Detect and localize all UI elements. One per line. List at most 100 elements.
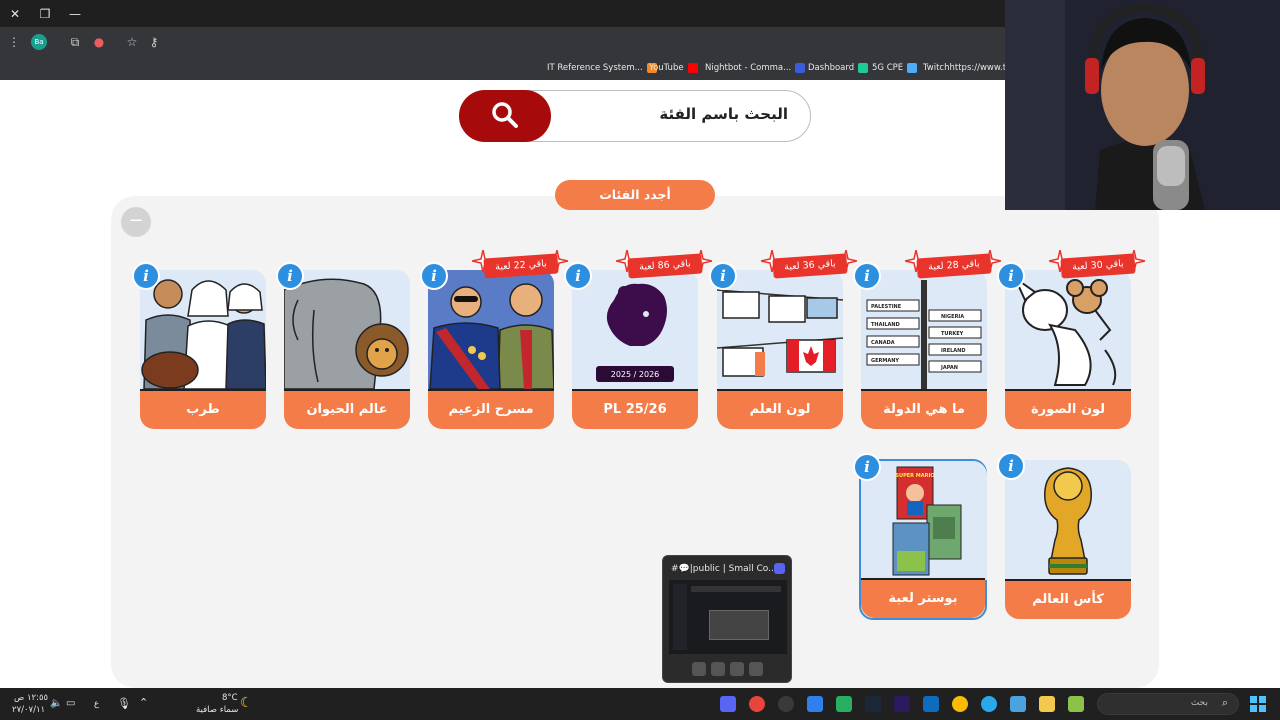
show-hidden-icons-icon[interactable]: ⌃ [139,696,148,709]
info-icon[interactable]: i [276,262,304,290]
network-icon[interactable]: ▭ [66,698,75,709]
windows-taskbar: ١٢:٥٥ ص ٢٧/٠٧/١١ 🔈 ▭ ع 🎙 ⌃ 8°C سماء صافي… [0,688,1280,720]
category-card-flag-color[interactable]: لون العلم i باقي 36 لعبة [709,250,857,429]
category-card-world-cup[interactable]: كأس العالم i [997,452,1131,619]
category-label: كأس العالم [1005,579,1131,619]
password-key-icon[interactable]: ⚷ [146,34,162,50]
search-button[interactable] [459,90,551,142]
flags-icon [717,270,843,389]
bookmark-twitch[interactable]: Twitchhttps://www.t... [923,61,1014,76]
category-card-boss-theater[interactable]: مسرح الزعيم i باقي 22 لعبة [420,250,568,429]
input-language[interactable]: ع [94,699,99,709]
info-icon[interactable]: i [420,262,448,290]
taskbar-search[interactable]: بحث ⌕ [1097,693,1239,715]
info-icon[interactable]: i [997,262,1025,290]
menu-dots-icon[interactable]: ⋮ [6,34,22,50]
router-icon [907,62,918,73]
category-card-image-color[interactable]: لون الصورة i باقي 30 لعبة [997,250,1145,429]
category-search-box[interactable]: البحث باسم الفئة [459,90,811,142]
category-label: لون العلم [717,389,843,429]
chrome-colors-icon[interactable]: ● [91,34,107,50]
outlook-taskbar-icon[interactable] [923,696,939,712]
preview-title: #💬|public | Small Co... [671,564,777,574]
weather-temp[interactable]: 8°C [222,693,238,703]
vscode-taskbar-icon[interactable] [807,696,823,712]
cat-mouse-cartoon-icon [1005,270,1131,389]
category-card-pl-2526[interactable]: 2025 / 2026 PL 25/26 i باقي 86 لعبة [564,250,712,429]
extensions-icon[interactable]: ⧉ [67,34,83,50]
info-icon[interactable]: i [709,262,737,290]
info-icon[interactable]: i [853,262,881,290]
camera-icon[interactable] [749,662,763,676]
volume-icon[interactable]: 🔈 [50,698,62,709]
bookmark-nightbot[interactable]: Nightbot - Comma... [705,61,806,76]
newest-categories-button[interactable]: أجدد الفئات [555,180,715,210]
bookmarks-bar: IT Reference System... YouTube Nightbot … [0,57,1014,80]
info-icon[interactable]: i [997,452,1025,480]
signpost-text: IRELAND [941,348,966,354]
category-label: مسرح الزعيم [428,389,554,429]
game-posters-icon: SUPER MARIO [861,461,987,580]
clock-date[interactable]: ٢٧/٠٧/١١ [12,705,45,715]
search-icon [492,102,518,128]
mic-tray-icon[interactable]: 🎙 [117,697,131,710]
premiere-taskbar-icon[interactable] [894,696,910,712]
signpost-text: JAPAN [940,365,958,371]
games-left-badge: باقي 36 لعبة [761,250,857,280]
windows-start-icon[interactable] [1250,696,1266,712]
category-label: عالم الحيوان [284,389,410,429]
bookmark-it-reference[interactable]: IT Reference System... [547,61,657,76]
category-card-tarab[interactable]: طرب i [132,262,266,429]
weather-desc[interactable]: سماء صافية [196,705,238,715]
app-green-taskbar-icon[interactable] [1068,696,1084,712]
hex-editor-taskbar-icon[interactable] [836,696,852,712]
nightbot-icon [795,62,806,73]
search-input[interactable]: البحث باسم الفئة [659,105,788,123]
category-label: ما هي الدولة [861,389,987,429]
app-taskbar-icon[interactable] [778,696,794,712]
music-singers-icon [140,270,266,389]
category-card-which-country[interactable]: PALESTINE NIGERIA THAILAND TURKEY CANADA… [853,250,1001,429]
clock-time[interactable]: ١٢:٥٥ ص [14,693,48,703]
animals-icon [284,270,410,389]
profile-avatar[interactable]: Ba [31,34,47,50]
store-taskbar-icon[interactable] [1010,696,1026,712]
dashboard-icon [858,62,869,73]
minimize-window-icon[interactable]: — [66,5,84,23]
collapse-panel-button[interactable]: − [121,207,151,237]
discord-window-preview[interactable]: #💬|public | Small Co... [662,555,792,683]
discord-taskbar-icon[interactable] [720,696,736,712]
restore-window-icon[interactable]: ❐ [36,5,54,23]
youtube-icon [687,62,698,73]
steam-taskbar-icon[interactable] [865,696,881,712]
info-icon[interactable]: i [853,453,881,481]
games-left-badge: باقي 22 لعبة [472,250,568,280]
chrome-taskbar-icon[interactable] [749,696,765,712]
telegram-taskbar-icon[interactable] [981,696,997,712]
signpost-text: NIGERIA [941,314,964,320]
bookmark-star-icon[interactable]: ☆ [124,34,140,50]
category-label: لون الصورة [1005,389,1131,429]
games-left-badge: باقي 30 لعبة [1049,250,1145,280]
signpost-text: TURKEY [941,331,964,337]
signpost-text: GERMANY [871,358,899,364]
info-icon[interactable]: i [132,262,160,290]
bookmark-5g-cpe[interactable]: 5G CPE [872,61,918,76]
games-left-badge: باقي 28 لعبة [905,250,1001,280]
headset-icon[interactable] [711,662,725,676]
poster-title: SUPER MARIO [895,473,934,479]
disconnect-call-icon[interactable] [692,662,706,676]
category-card-game-poster[interactable]: SUPER MARIO بوستر لعبة i [853,453,987,620]
season-label: 2025 / 2026 [611,370,660,379]
bookmark-dashboard[interactable]: Dashboard [808,61,869,76]
bookmark-youtube[interactable]: YouTube [649,61,698,76]
file-explorer-taskbar-icon[interactable] [1039,696,1055,712]
category-label: بوستر لعبة [861,578,985,618]
info-icon[interactable]: i [564,262,592,290]
preview-thumbnail [669,580,787,654]
close-window-icon[interactable]: ✕ [6,5,24,23]
microphone-icon[interactable] [730,662,744,676]
category-card-animal-world[interactable]: عالم الحيوان i [276,262,410,429]
moon-weather-icon: ☾ [240,695,253,711]
chrome-alt-taskbar-icon[interactable] [952,696,968,712]
